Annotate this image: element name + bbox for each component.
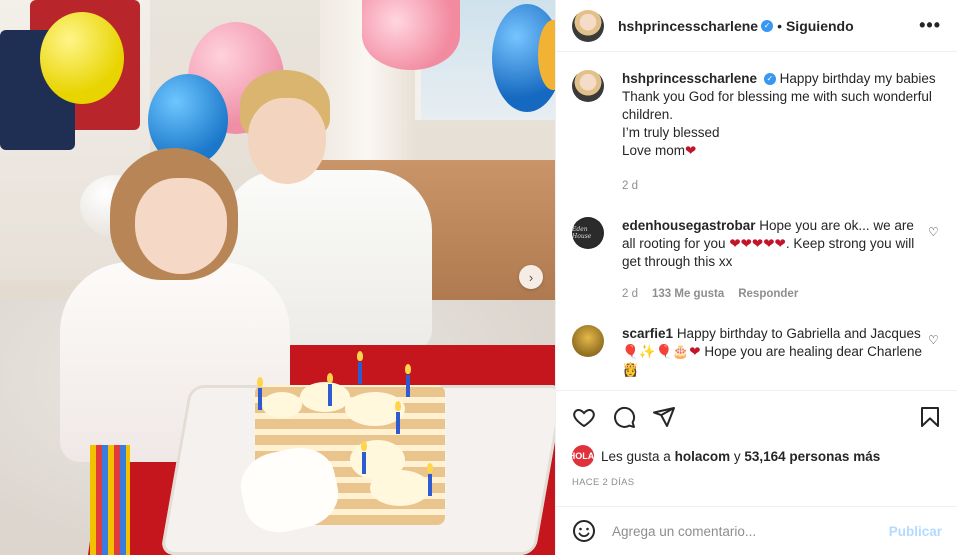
balloon-pink xyxy=(362,0,460,70)
candle xyxy=(358,362,362,384)
candle xyxy=(428,474,432,496)
liker-username[interactable]: holacom xyxy=(675,449,731,464)
candle-flame xyxy=(327,373,333,383)
comment-emojis: 🎈✨🎈🎂 xyxy=(622,344,690,359)
caption-line: Happy birthday my babies xyxy=(779,71,936,86)
post-timestamp[interactable]: HACE 2 DÍAS xyxy=(572,477,634,488)
candle-flame xyxy=(361,441,367,451)
heart-emoji: ❤ xyxy=(689,344,701,359)
avatar-logo-text: Eden House xyxy=(572,226,592,240)
comment-body: scarfie1 Happy birthday to Gabriella and… xyxy=(622,325,922,379)
heart-emoji: ❤ xyxy=(685,143,697,158)
caption-line: I’m truly blessed xyxy=(622,125,720,140)
avatar[interactable]: HOLA! xyxy=(569,445,597,467)
verified-badge-icon: ✓ xyxy=(763,73,776,86)
comment-username[interactable]: scarfie1 xyxy=(622,326,673,341)
candle xyxy=(406,375,410,397)
heart-emojis: ❤❤❤❤❤ xyxy=(729,236,786,251)
comment-emoji: 👸 xyxy=(622,362,639,377)
reply-button[interactable]: Responder xyxy=(738,285,798,303)
post-photo[interactable]: › xyxy=(0,0,555,555)
comment-bubble-icon[interactable] xyxy=(612,405,636,429)
girl-face xyxy=(135,178,227,274)
candle xyxy=(396,412,400,434)
comment-body: edenhousegastrobar Hope you are ok... we… xyxy=(622,217,922,303)
balloon-yellow xyxy=(40,12,124,104)
comment-time[interactable]: 2 d xyxy=(622,285,638,303)
post-actions xyxy=(556,390,957,442)
caption-line: Love mom xyxy=(622,143,686,158)
comment-username[interactable]: edenhousegastrobar xyxy=(622,218,756,233)
comment-input[interactable]: Agrega un comentario... xyxy=(612,524,889,539)
candle-flame xyxy=(357,351,363,361)
chevron-right-icon[interactable]: › xyxy=(519,265,543,289)
likes-count[interactable]: 53,164 personas más xyxy=(744,449,880,464)
likes-summary: HOLA! Les gusta a holacom y 53,164 perso… xyxy=(569,445,880,467)
post-side-panel: hshprincesscharlene ✓ • Siguiendo ••• hs… xyxy=(555,0,957,555)
avatar[interactable] xyxy=(572,325,604,357)
comment-like-heart-icon[interactable]: ♡ xyxy=(928,325,942,379)
comment-item: Eden House edenhousegastrobar Hope you a… xyxy=(572,195,942,303)
share-send-icon[interactable] xyxy=(652,405,676,429)
likes-connector: y xyxy=(733,448,741,464)
verified-badge-icon: ✓ xyxy=(761,19,774,32)
candle xyxy=(362,452,366,474)
candle-flame xyxy=(257,377,263,387)
cake-cream xyxy=(262,392,302,418)
avatar-logo-text: HOLA! xyxy=(568,451,598,461)
candle-flame xyxy=(427,463,433,473)
gift-box xyxy=(90,445,130,555)
candle xyxy=(258,388,262,410)
caption-username[interactable]: hshprincesscharlene xyxy=(622,71,757,86)
likes-prefix: Les gusta a xyxy=(601,448,671,464)
follow-status-button[interactable]: Siguiendo xyxy=(786,18,854,34)
like-heart-icon[interactable] xyxy=(572,405,596,429)
candle-flame xyxy=(405,364,411,374)
post-header: hshprincesscharlene ✓ • Siguiendo ••• xyxy=(556,0,957,52)
publish-button[interactable]: Publicar xyxy=(889,524,942,539)
author-username[interactable]: hshprincesscharlene xyxy=(618,18,758,34)
avatar[interactable]: Eden House xyxy=(572,217,604,249)
comment-item: scarfie1 Happy birthday to Gabriella and… xyxy=(572,303,942,379)
comment-likes[interactable]: 133 Me gusta xyxy=(652,285,724,303)
comments-list[interactable]: hshprincesscharlene ✓ Happy birthday my … xyxy=(556,53,957,389)
avatar[interactable] xyxy=(572,70,604,102)
cake-cream xyxy=(370,470,430,506)
avatar[interactable] xyxy=(572,9,604,42)
caption-body: hshprincesscharlene ✓ Happy birthday my … xyxy=(622,70,942,195)
comment-like-heart-icon[interactable]: ♡ xyxy=(928,217,942,303)
boy-face xyxy=(248,98,326,184)
comment-text: Hope you are healing dear Charlene xyxy=(700,344,922,359)
caption: hshprincesscharlene ✓ Happy birthday my … xyxy=(572,53,942,195)
caption-time[interactable]: 2 d xyxy=(622,177,638,195)
emoji-smiley-icon[interactable] xyxy=(572,519,596,543)
caption-line: Thank you God for blessing me with such … xyxy=(622,89,932,122)
bookmark-icon[interactable] xyxy=(918,405,942,429)
separator: • xyxy=(777,17,782,34)
add-comment-bar: Agrega un comentario... Publicar xyxy=(556,506,957,555)
more-options-icon[interactable]: ••• xyxy=(919,15,941,36)
comment-text: Happy birthday to Gabriella and Jacques xyxy=(676,326,921,341)
candle xyxy=(328,384,332,406)
candle-flame xyxy=(395,401,401,411)
cake-cream xyxy=(300,382,350,412)
